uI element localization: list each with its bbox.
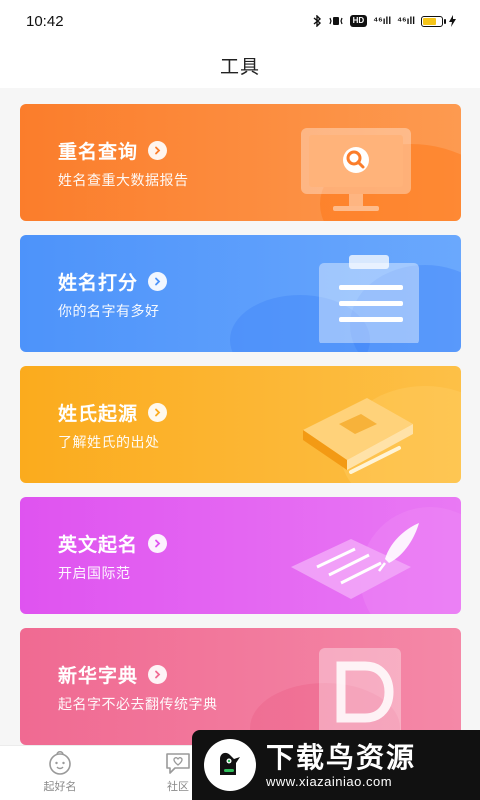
arrow-right-icon <box>148 141 168 160</box>
vibrate-icon <box>329 17 343 25</box>
tool-card-english-name[interactable]: 英文起名 开启国际范 <box>20 497 461 614</box>
hd-badge: HD <box>349 15 368 27</box>
heart-chat-icon <box>166 753 190 774</box>
baby-face-icon <box>49 750 71 775</box>
page-header: 工具 <box>0 42 480 88</box>
watermark-banner: 下载鸟资源 www.xiazainiao.com <box>192 730 480 800</box>
card-title: 姓名打分 <box>58 272 139 294</box>
status-time: 10:42 <box>26 12 64 30</box>
nav-label: 起好名 <box>43 780 77 793</box>
battery-level <box>423 17 436 25</box>
tool-card-name-score[interactable]: 姓名打分 你的名字有多好 <box>20 235 461 352</box>
card-title: 新华字典 <box>58 665 139 687</box>
signal-icon-2: ⁴⁶ıll <box>397 15 415 27</box>
status-icons: HD ⁴⁶ıll ⁴⁶ıll <box>313 15 456 27</box>
book-icon <box>303 398 413 474</box>
card-subtitle: 你的名字有多好 <box>58 304 160 320</box>
card-title: 英文起名 <box>58 534 139 556</box>
quill-paper-icon <box>291 523 419 599</box>
card-title: 重名查询 <box>58 141 139 163</box>
monitor-search-icon <box>301 128 411 211</box>
tool-card-duplicate-name[interactable]: 重名查询 姓名查重大数据报告 <box>20 104 461 221</box>
status-bar: 10:42 HD ⁴⁶ıll ⁴⁶ıll <box>0 0 480 42</box>
card-title-row: 新华字典 <box>58 661 168 688</box>
battery-icon <box>421 15 446 27</box>
signal-icon: ⁴⁶ıll <box>373 15 392 27</box>
clipboard-icon <box>319 255 419 343</box>
charging-icon <box>449 15 456 27</box>
watermark-text: 下载鸟资源 www.xiazainiao.com <box>266 740 417 789</box>
bluetooth-icon <box>313 15 321 27</box>
card-subtitle: 姓名查重大数据报告 <box>58 173 189 189</box>
tool-card-dictionary[interactable]: 新华字典 起名字不必去翻传统字典 <box>20 628 461 745</box>
card-title-row: 姓名打分 <box>58 268 168 295</box>
arrow-right-icon <box>148 272 168 291</box>
watermark-logo-icon <box>204 739 256 791</box>
card-subtitle: 了解姓氏的出处 <box>58 435 160 451</box>
card-title-row: 英文起名 <box>58 530 168 557</box>
nav-item-qihaoming[interactable]: 起好名 <box>30 750 90 794</box>
watermark-url: www.xiazainiao.com <box>266 773 393 789</box>
card-title: 姓氏起源 <box>58 403 139 425</box>
card-title-row: 姓氏起源 <box>58 399 168 426</box>
arrow-right-icon <box>148 403 168 422</box>
card-title-row: 重名查询 <box>58 137 168 164</box>
page-title: 工具 <box>219 55 260 78</box>
dictionary-icon <box>319 648 401 736</box>
card-subtitle: 开启国际范 <box>58 566 131 582</box>
card-subtitle: 起名字不必去翻传统字典 <box>58 697 218 713</box>
arrow-right-icon <box>148 665 168 684</box>
watermark-title: 下载鸟资源 <box>266 740 417 774</box>
arrow-right-icon <box>148 534 168 553</box>
tool-card-list: 重名查询 姓名查重大数据报告 姓名打分 你的名字有多好 姓氏起源 了解姓氏的出处… <box>20 104 461 759</box>
tool-card-surname-origin[interactable]: 姓氏起源 了解姓氏的出处 <box>20 366 461 483</box>
